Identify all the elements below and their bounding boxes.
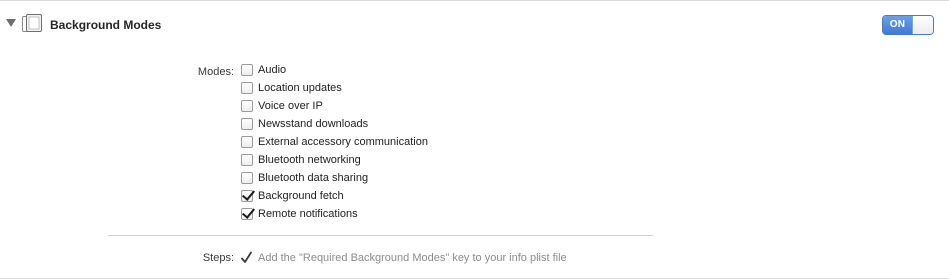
mode-label: Bluetooth data sharing [258,172,369,184]
mode-label: Background fetch [258,190,344,202]
toggle-on-label: ON [883,16,912,34]
mode-audio[interactable]: Audio [241,62,286,78]
mode-bluetooth-data-sharing[interactable]: Bluetooth data sharing [241,170,368,186]
mode-background-fetch[interactable]: Background fetch [241,188,344,204]
mode-label: Newsstand downloads [258,118,369,130]
mode-remote-notifications[interactable]: Remote notifications [241,206,358,222]
steps-label: Steps: [202,252,234,264]
mode-checkbox[interactable] [241,172,253,184]
section-title: Background Modes [50,18,162,32]
section-top-border [0,0,949,1]
mode-bluetooth-networking[interactable]: Bluetooth networking [241,152,361,168]
mode-checkbox[interactable] [241,118,253,130]
mode-voice-over-ip[interactable]: Voice over IP [241,98,323,114]
mode-label: Location updates [258,82,342,94]
mode-checkbox[interactable] [241,190,253,202]
toggle-knob [912,16,933,34]
mode-checkbox[interactable] [241,82,253,94]
checkmark-icon [241,251,252,263]
mode-label: Voice over IP [258,100,323,112]
mode-checkbox[interactable] [241,154,253,166]
steps-divider [108,235,653,236]
on-off-toggle[interactable]: ON [882,15,934,35]
mode-checkbox[interactable] [241,136,253,148]
mode-label: Audio [258,64,287,76]
capability-icon [22,14,42,32]
mode-label: Remote notifications [258,208,358,220]
section-bottom-border [0,278,949,279]
step-text: Add the "Required Background Modes" key … [258,252,567,264]
disclosure-triangle-icon[interactable] [6,19,16,27]
mode-newsstand-downloads[interactable]: Newsstand downloads [241,116,368,132]
mode-label: Bluetooth networking [258,154,361,166]
mode-external-accessory[interactable]: External accessory communication [241,134,428,150]
mode-location-updates[interactable]: Location updates [241,80,342,96]
modes-label: Modes: [197,66,234,78]
mode-checkbox[interactable] [241,64,253,76]
mode-label: External accessory communication [258,136,428,148]
mode-checkbox[interactable] [241,100,253,112]
mode-checkbox[interactable] [241,208,253,220]
